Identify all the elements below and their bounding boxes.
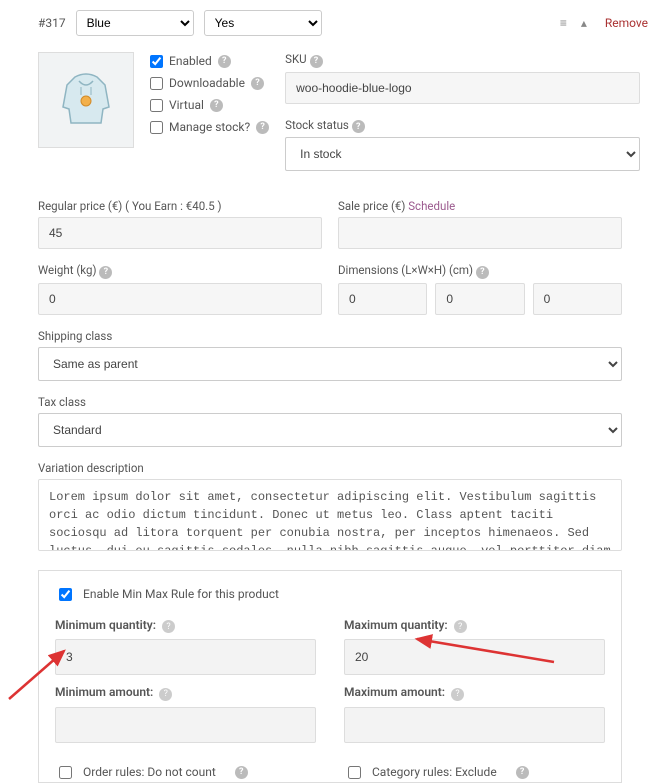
help-icon[interactable]: ? — [256, 121, 269, 134]
attribute-2-select[interactable]: Yes — [204, 10, 322, 36]
regular-price-label: Regular price (€) ( You Earn : €40.5 ) — [38, 199, 322, 213]
min-max-panel: Enable Min Max Rule for this product Min… — [38, 570, 622, 783]
stock-status-select[interactable]: In stock — [285, 137, 640, 171]
collapse-icon[interactable]: ▴ — [579, 16, 589, 30]
max-amt-input[interactable] — [344, 707, 605, 743]
variation-description-input[interactable] — [38, 479, 622, 551]
min-qty-input[interactable] — [55, 639, 316, 675]
max-qty-label: Maximum quantity: ? — [344, 618, 605, 634]
help-icon[interactable]: ? — [352, 120, 365, 133]
sale-price-input[interactable] — [338, 217, 622, 249]
virtual-checkbox[interactable]: Virtual ? — [150, 98, 269, 112]
stock-status-label: Stock status ? — [285, 118, 640, 134]
help-icon[interactable]: ? — [159, 688, 172, 701]
order-rules-checkbox[interactable] — [59, 766, 72, 779]
help-icon[interactable]: ? — [476, 266, 489, 279]
variation-id: #317 — [38, 16, 66, 30]
product-image[interactable] — [38, 52, 134, 148]
help-icon[interactable]: ? — [218, 55, 231, 68]
enable-minmax-checkbox[interactable]: Enable Min Max Rule for this product — [55, 585, 605, 604]
help-icon[interactable]: ? — [251, 77, 264, 90]
sku-label: SKU ? — [285, 52, 640, 68]
max-amt-label: Maximum amount: ? — [344, 685, 605, 701]
manage-stock-checkbox[interactable]: Manage stock? ? — [150, 120, 269, 134]
weight-input[interactable] — [38, 283, 322, 315]
help-icon[interactable]: ? — [516, 766, 529, 779]
height-input[interactable] — [533, 283, 622, 315]
dimensions-label: Dimensions (L×W×H) (cm) ? — [338, 263, 622, 279]
weight-label: Weight (kg) ? — [38, 263, 322, 279]
help-icon[interactable]: ? — [235, 766, 248, 779]
help-icon[interactable]: ? — [451, 688, 464, 701]
category-rules-checkbox[interactable] — [348, 766, 361, 779]
min-amt-input[interactable] — [55, 707, 316, 743]
help-icon[interactable]: ? — [310, 55, 323, 68]
variation-description-label: Variation description — [38, 461, 622, 475]
help-icon[interactable]: ? — [162, 620, 175, 633]
help-icon[interactable]: ? — [210, 99, 223, 112]
tax-class-select[interactable]: Standard — [38, 413, 622, 447]
downloadable-checkbox[interactable]: Downloadable ? — [150, 76, 269, 90]
min-amt-label: Minimum amount: ? — [55, 685, 316, 701]
enabled-checkbox[interactable]: Enabled ? — [150, 54, 269, 68]
tax-class-label: Tax class — [38, 395, 622, 409]
width-input[interactable] — [435, 283, 524, 315]
shipping-class-label: Shipping class — [38, 329, 622, 343]
shipping-class-select[interactable]: Same as parent — [38, 347, 622, 381]
menu-icon[interactable]: ≡ — [558, 16, 569, 30]
schedule-link[interactable]: Schedule — [408, 199, 455, 213]
help-icon[interactable]: ? — [454, 620, 467, 633]
max-qty-input[interactable] — [344, 639, 605, 675]
help-icon[interactable]: ? — [99, 266, 112, 279]
sale-price-label: Sale price (€) Schedule — [338, 199, 622, 213]
sku-input[interactable] — [285, 72, 640, 104]
length-input[interactable] — [338, 283, 427, 315]
remove-link[interactable]: Remove — [605, 16, 648, 30]
hoodie-icon — [55, 67, 117, 133]
attribute-1-select[interactable]: Blue — [76, 10, 194, 36]
min-qty-label: Minimum quantity: ? — [55, 618, 316, 634]
regular-price-input[interactable] — [38, 217, 322, 249]
